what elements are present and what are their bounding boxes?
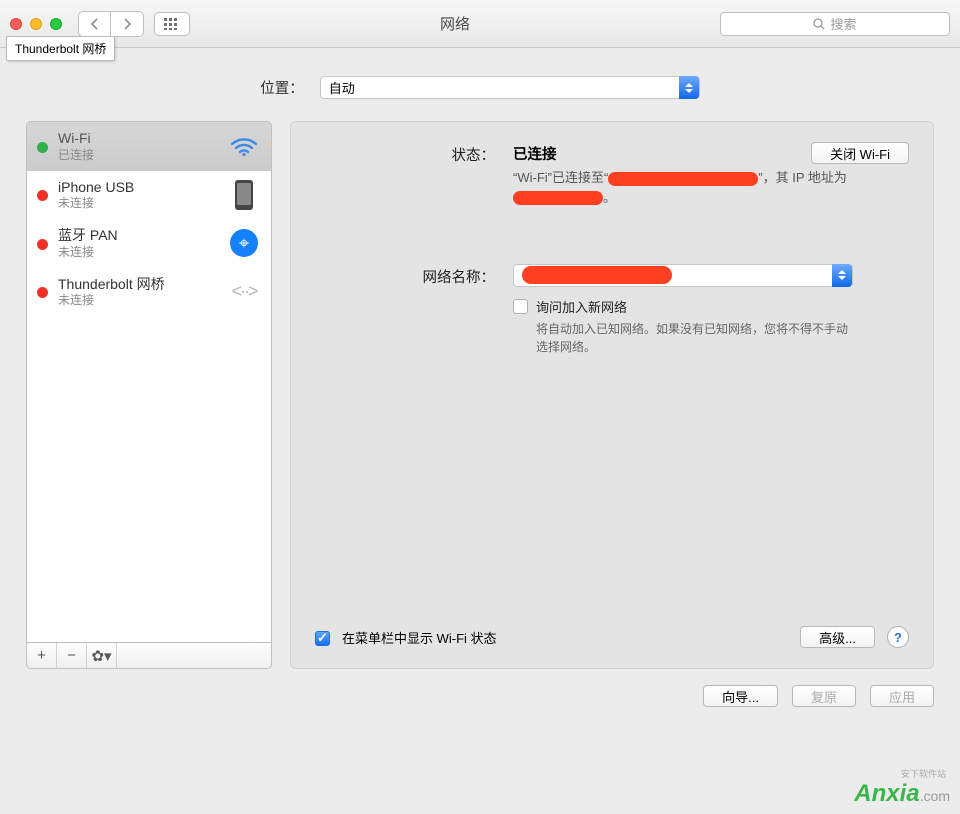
watermark-sub: 安下软件站 <box>901 767 946 780</box>
redacted-ip <box>513 191 603 205</box>
status-label: 状态： <box>315 142 495 208</box>
window-title: 网络 <box>200 13 710 34</box>
search-input[interactable]: 搜索 <box>720 12 950 36</box>
tooltip: Thunderbolt 网桥 <box>6 36 115 61</box>
wizard-button[interactable]: 向导... <box>703 685 778 707</box>
advanced-button[interactable]: 高级... <box>800 626 875 648</box>
menubar-label: 在菜单栏中显示 Wi-Fi 状态 <box>342 628 497 647</box>
location-select[interactable]: 自动 <box>320 76 700 99</box>
bluetooth-icon: ⌖ <box>227 229 261 257</box>
phone-icon <box>227 180 261 210</box>
status-dot-icon <box>37 239 48 250</box>
status-dot-icon <box>37 142 48 153</box>
detail-panel: 状态： 已连接 关闭 Wi-Fi “Wi-Fi”已连接至“”，其 IP 地址为 … <box>290 121 934 669</box>
redacted-netname <box>522 266 672 284</box>
sidebar-item-bluetooth-pan[interactable]: 蓝牙 PAN 未连接 ⌖ <box>27 219 271 268</box>
menubar-checkbox[interactable] <box>315 631 330 646</box>
revert-button[interactable]: 复原 <box>792 685 856 707</box>
back-button[interactable] <box>79 12 111 36</box>
zoom-icon[interactable] <box>50 18 62 30</box>
thunderbolt-icon: <··> <box>227 281 261 302</box>
all-prefs-button[interactable] <box>154 12 190 36</box>
search-icon <box>813 18 825 30</box>
status-dot-icon <box>37 287 48 298</box>
location-row: 位置： 自动 <box>0 48 960 121</box>
list-footer: + − ✿▾ <box>26 643 272 669</box>
nav-buttons <box>78 11 144 37</box>
watermark: Anxia.com <box>854 780 950 808</box>
forward-button[interactable] <box>111 12 143 36</box>
net-sub: 已连接 <box>58 148 217 163</box>
redacted-ssid <box>608 172 758 186</box>
stepper-icon <box>679 76 699 99</box>
search-placeholder: 搜索 <box>830 14 856 33</box>
action-menu-button[interactable]: ✿▾ <box>87 643 117 668</box>
ask-join-label: 询问加入新网络 <box>536 297 627 316</box>
net-sub: 未连接 <box>58 196 217 211</box>
ask-join-hint: 将自动加入已知网络。如果没有已知网络，您将不得不手动选择网络。 <box>536 320 856 356</box>
remove-button[interactable]: − <box>57 643 87 668</box>
network-name-select[interactable] <box>513 264 853 287</box>
minimize-icon[interactable] <box>30 18 42 30</box>
toggle-wifi-button[interactable]: 关闭 Wi-Fi <box>811 142 909 164</box>
sidebar-item-thunderbolt[interactable]: Thunderbolt 网桥 未连接 <··> <box>27 268 271 317</box>
status-dot-icon <box>37 190 48 201</box>
location-value: 自动 <box>329 78 355 97</box>
sidebar-item-iphone-usb[interactable]: iPhone USB 未连接 <box>27 171 271 220</box>
help-button[interactable]: ? <box>887 626 909 648</box>
net-title: Wi-Fi <box>58 130 217 148</box>
network-list[interactable]: Wi-Fi 已连接 iPhone USB 未连接 蓝牙 PAN <box>26 121 272 643</box>
wifi-icon <box>227 136 261 156</box>
net-title: Thunderbolt 网桥 <box>58 276 217 294</box>
sidebar: Wi-Fi 已连接 iPhone USB 未连接 蓝牙 PAN <box>26 121 272 669</box>
location-label: 位置： <box>260 77 304 98</box>
status-value: 已连接 <box>513 143 557 164</box>
titlebar: 网络 搜索 <box>0 0 960 48</box>
close-icon[interactable] <box>10 18 22 30</box>
window-controls <box>10 18 62 30</box>
status-subinfo: “Wi-Fi”已连接至“”，其 IP 地址为 。 <box>513 168 853 208</box>
netname-label: 网络名称： <box>315 264 495 356</box>
ask-join-checkbox[interactable] <box>513 299 528 314</box>
sidebar-item-wifi[interactable]: Wi-Fi 已连接 <box>27 122 271 171</box>
net-title: iPhone USB <box>58 179 217 197</box>
apply-button[interactable]: 应用 <box>870 685 934 707</box>
net-sub: 未连接 <box>58 293 217 308</box>
add-button[interactable]: + <box>27 643 57 668</box>
net-title: 蓝牙 PAN <box>58 227 217 245</box>
stepper-icon <box>832 264 852 287</box>
net-sub: 未连接 <box>58 245 217 260</box>
bottom-buttons: 向导... 复原 应用 <box>0 669 960 707</box>
